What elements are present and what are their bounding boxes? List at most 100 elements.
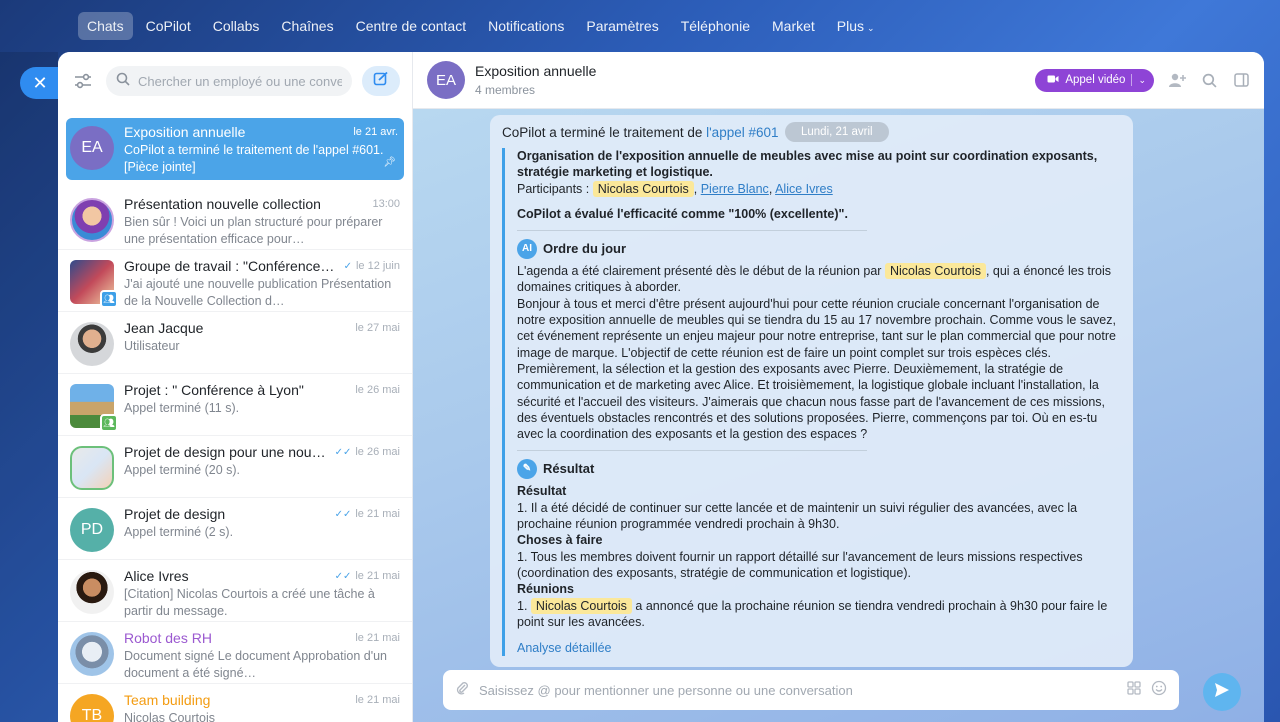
ai-icon: AI	[517, 239, 537, 260]
search-icon[interactable]	[1200, 71, 1218, 89]
agenda-intro-text: L'agenda a été clairement présenté dès l…	[517, 264, 882, 279]
avatar	[70, 632, 114, 676]
chevron-down-icon[interactable]: ⌄	[1138, 75, 1146, 86]
chat-preview: Appel terminé (11 s).	[124, 401, 240, 415]
result-title: Résultat	[543, 461, 595, 477]
nav-copilot[interactable]: CoPilot	[137, 12, 200, 40]
message-header-text: CoPilot a terminé le traitement de	[502, 125, 707, 140]
agenda-body: Bonjour à tous et merci d'être présent a…	[517, 296, 1116, 442]
chat-body: Team building le 21 mai Nicolas Courtois	[124, 690, 400, 722]
nav-collabs[interactable]: Collabs	[204, 12, 269, 40]
close-icon: ✕	[32, 72, 48, 93]
chat-item-alice-ivres[interactable]: Alice Ivres ✓✓ le 21 mai [Citation] Nicola…	[58, 560, 412, 622]
chat-date-text: le 12 juin	[355, 260, 400, 272]
avatar	[70, 446, 114, 490]
video-call-label: Appel vidéo	[1065, 74, 1126, 86]
mention-nicolas[interactable]: Nicolas Courtois	[592, 180, 694, 197]
chat-body: Alice Ivres ✓✓ le 21 mai [Citation] Nicola…	[124, 566, 400, 620]
filter-icon[interactable]	[70, 68, 96, 94]
chat-title: Team building	[124, 692, 211, 708]
chat-sidebar: EA Exposition annuelle le 21 avr. CoPilot…	[58, 52, 413, 722]
summary-quote: Organisation de l'exposition annuelle de…	[502, 148, 1121, 657]
result-subtitle: Résultat	[517, 483, 1121, 499]
member-count: 4 membres	[475, 83, 536, 97]
chat-title: Robot des RH	[124, 630, 212, 646]
apps-icon[interactable]	[1127, 680, 1141, 700]
avatar: PD	[70, 508, 114, 552]
header-info[interactable]: Exposition annuelle 4 membres	[475, 63, 596, 97]
new-chat-button[interactable]	[362, 66, 400, 96]
chat-title: Projet de design	[124, 506, 226, 522]
chat-item-presentation[interactable]: Présentation nouvelle collection 13:00 Bi…	[58, 188, 412, 250]
search-input[interactable]	[138, 73, 342, 89]
participant-link[interactable]: Alice Ivres	[775, 182, 833, 196]
todo-title: Choses à faire	[517, 532, 1121, 548]
send-button[interactable]	[1203, 673, 1241, 711]
pin-icon: 📌︎	[383, 157, 396, 168]
nav-settings[interactable]: Paramètres	[577, 12, 667, 40]
divider	[517, 450, 867, 452]
participant-link[interactable]: Pierre Blanc	[701, 182, 769, 196]
chat-body: Projet de design pour une nou… ✓✓ le 26 ma…	[124, 442, 400, 496]
top-nav: Chats CoPilot Collabs Chaînes Centre de …	[78, 10, 884, 42]
chat-item-robot-rh[interactable]: Robot des RH le 21 mai Document signé Le …	[58, 622, 412, 684]
sidebar-panel-icon[interactable]	[1232, 71, 1250, 89]
chat-item-conference-lyon[interactable]: 👥︎ Projet : " Conférence à Lyon" le 26 ma…	[58, 374, 412, 436]
double-check-icon: ✓✓	[334, 446, 352, 458]
chat-body: Exposition annuelle le 21 avr. CoPilot a …	[124, 122, 398, 176]
chat-body: Groupe de travail : "Conférence… ✓ le 12 j…	[124, 256, 400, 310]
chat-item-jean-jacque[interactable]: Jean Jacque le 27 mai Utilisateur	[58, 312, 412, 374]
divider	[517, 230, 867, 232]
nav-telephony[interactable]: Téléphonie	[672, 12, 759, 40]
divider	[1131, 74, 1133, 86]
sidebar-toolbar	[58, 52, 412, 110]
efficiency-text: CoPilot a évalué l'efficacité comme "100…	[517, 206, 848, 221]
chat-title: Projet : " Conférence à Lyon"	[124, 382, 304, 398]
chat-preview: Nicolas Courtois	[124, 711, 216, 722]
check-icon: ✓	[343, 260, 352, 272]
meetings-title-text: Réunions	[517, 582, 574, 597]
avatar	[70, 570, 114, 614]
attach-icon[interactable]	[455, 681, 469, 700]
participants-label: Participants :	[517, 181, 590, 196]
group-icon: 👥︎	[100, 290, 118, 308]
video-camera-icon	[1047, 74, 1059, 87]
summary-title-text: Organisation de l'exposition annuelle de…	[517, 149, 1098, 180]
chat-item-team-building[interactable]: TB Team building le 21 mai Nicolas Courto…	[58, 684, 412, 722]
nav-chaines[interactable]: Chaînes	[272, 12, 342, 40]
nav-notifications[interactable]: Notifications	[479, 12, 573, 40]
video-call-button[interactable]: Appel vidéo ⌄	[1035, 68, 1154, 92]
chevron-down-icon: ⌄	[867, 23, 875, 33]
chat-date: le 21 mai	[355, 632, 400, 644]
mention-nicolas[interactable]: Nicolas Courtois	[530, 597, 632, 614]
close-button[interactable]: ✕	[20, 67, 60, 99]
agenda-heading: AI Ordre du jour	[517, 239, 1121, 260]
detailed-analysis-link[interactable]: Analyse détaillée	[517, 640, 1121, 656]
todo-title-text: Choses à faire	[517, 533, 603, 548]
chat-title: Groupe de travail : "Conférence…	[124, 258, 335, 274]
header-actions: Appel vidéo ⌄	[1035, 68, 1250, 92]
message-input[interactable]	[479, 682, 1117, 698]
mention-nicolas[interactable]: Nicolas Courtois	[884, 263, 986, 280]
call-link[interactable]: l'appel #601	[706, 125, 778, 140]
chat-item-projet-design[interactable]: PD Projet de design ✓✓ le 21 mai Appel ter…	[58, 498, 412, 560]
meetings-title: Réunions	[517, 581, 1121, 597]
chat-item-projet-design-nou[interactable]: Projet de design pour une nou… ✓✓ le 26 ma…	[58, 436, 412, 498]
nav-chats[interactable]: Chats	[78, 12, 133, 40]
efficiency-line: CoPilot a évalué l'efficacité comme "100…	[517, 206, 1121, 222]
avatar: 👥︎	[70, 260, 118, 308]
emoji-icon[interactable]	[1151, 680, 1167, 701]
nav-market[interactable]: Market	[763, 12, 824, 40]
nav-contact-center[interactable]: Centre de contact	[347, 12, 476, 40]
chat-item-groupe-travail[interactable]: 👥︎ Groupe de travail : "Conférence… ✓ le 1…	[58, 250, 412, 312]
date-separator: Lundi, 21 avril	[785, 122, 889, 142]
chat-date-text: le 26 mai	[355, 446, 400, 458]
avatar	[70, 322, 114, 366]
nav-more[interactable]: Plus ⌄	[828, 12, 884, 40]
chat-item-exposition-annuelle[interactable]: EA Exposition annuelle le 21 avr. CoPilot…	[66, 118, 404, 180]
agenda-title: Ordre du jour	[543, 241, 627, 257]
result-body: 1. Il a été décidé de continuer sur cett…	[517, 500, 1078, 532]
avatar: TB	[70, 694, 114, 722]
avatar[interactable]: EA	[427, 61, 465, 99]
add-user-icon[interactable]	[1168, 71, 1186, 89]
